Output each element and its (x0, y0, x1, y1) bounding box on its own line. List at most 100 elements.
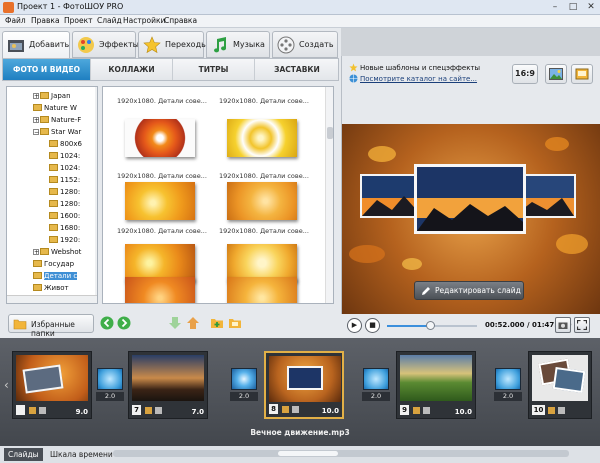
expand-toggle-icon[interactable]: + (33, 93, 39, 100)
tree-item[interactable]: 1280: (49, 187, 80, 197)
slide-edit-icon[interactable] (29, 407, 36, 414)
tree-item[interactable]: + Japan (33, 91, 71, 101)
thumb-image[interactable] (227, 182, 297, 220)
thumb-image[interactable] (227, 277, 297, 303)
tab-add[interactable]: Добавить (2, 31, 70, 58)
slide-sound-icon[interactable] (155, 407, 162, 414)
expand-toggle-icon[interactable]: + (33, 117, 39, 124)
edit-slide-button[interactable]: Редактировать слайд (414, 281, 524, 300)
slide-edit-icon[interactable] (413, 407, 420, 414)
slide-thumbnail[interactable]: 9 10.0 (396, 351, 476, 419)
minimize-button[interactable]: – (546, 1, 564, 14)
slide-edit-icon[interactable] (548, 407, 555, 414)
tab-intros[interactable]: ЗАСТАВКИ (255, 59, 339, 80)
tree-item[interactable]: 1152: (49, 175, 80, 185)
slide-preview[interactable] (342, 124, 600, 342)
tree-scrollbar[interactable] (95, 87, 97, 297)
tab-timeline[interactable]: Шкала времени (46, 448, 117, 461)
tree-item[interactable]: + Nature-F (33, 115, 81, 125)
folder-icon (40, 116, 49, 123)
tree-item[interactable]: + Webshot (33, 247, 81, 257)
close-button[interactable]: ✕ (582, 1, 600, 14)
slide-thumbnail[interactable]: 10 (528, 351, 592, 419)
slide-sound-icon[interactable] (292, 406, 299, 413)
thumb-image[interactable] (125, 119, 195, 157)
folder-icon (33, 284, 42, 291)
tab-photo-video[interactable]: ФОТО И ВИДЕО (3, 59, 91, 80)
catalog-link[interactable]: Посмотрите каталог на сайте... (360, 75, 477, 83)
tab-effects[interactable]: Эффекты (72, 31, 139, 58)
thumb-image[interactable] (125, 182, 195, 220)
tab-transitions[interactable]: Переходы (138, 31, 207, 58)
stop-button[interactable]: ■ (365, 318, 380, 333)
menu-help[interactable]: Справка (164, 16, 197, 25)
tree-horizontal-scrollbar[interactable] (7, 295, 97, 303)
forward-arrow-icon[interactable] (117, 316, 131, 330)
tree-item[interactable]: Детали с (33, 271, 78, 281)
tree-item[interactable]: 1920: (49, 235, 80, 245)
transition-thumbnail[interactable]: 2.0 (230, 368, 258, 402)
image-settings-button[interactable] (545, 64, 567, 84)
menu-settings[interactable]: Настройки (123, 16, 165, 25)
fullscreen-button[interactable] (574, 317, 590, 333)
slide-edit-icon[interactable] (282, 406, 289, 413)
tree-item[interactable]: Государ (33, 259, 74, 269)
tree-item-label: 1024: (60, 152, 81, 160)
playback-slider-handle[interactable] (426, 321, 436, 330)
tree-item[interactable]: 1680: (49, 223, 80, 233)
back-arrow-icon[interactable] (100, 316, 114, 330)
tree-item[interactable]: − Star War (33, 127, 81, 137)
favorite-folders-button[interactable]: Избранные папки (8, 314, 94, 338)
thumb-image[interactable] (227, 119, 297, 157)
tree-item[interactable]: 1600: (49, 211, 80, 221)
maximize-button[interactable]: □ (564, 1, 582, 14)
expand-toggle-icon[interactable]: + (33, 249, 39, 256)
slide-thumbnail[interactable]: 7 7.0 (128, 351, 208, 419)
menu-project[interactable]: Проект (64, 16, 93, 25)
play-button[interactable]: ▶ (347, 318, 362, 333)
slide-sound-icon[interactable] (39, 407, 46, 414)
tab-music[interactable]: Музыка (206, 31, 270, 58)
timeline-scrollbar[interactable] (113, 450, 569, 457)
folder-icon (40, 248, 49, 255)
tree-item[interactable]: 1024: (49, 163, 80, 173)
thumb-image[interactable] (125, 277, 195, 303)
menu-edit[interactable]: Правка (31, 16, 60, 25)
menu-slide[interactable]: Слайд (97, 16, 122, 25)
playback-slider[interactable] (387, 321, 477, 330)
menu-file[interactable]: Файл (5, 16, 26, 25)
tab-create[interactable]: Создать (272, 31, 338, 58)
film-reel-icon (277, 36, 295, 54)
tree-item[interactable]: Nature W (33, 103, 77, 113)
tab-titles[interactable]: ТИТРЫ (173, 59, 255, 80)
expand-toggle-icon[interactable]: − (33, 129, 39, 136)
thumbnail-scrollbar[interactable] (325, 87, 333, 303)
settings-button[interactable] (571, 64, 593, 84)
transition-thumbnail[interactable]: 2.0 (96, 368, 124, 402)
tab-collages[interactable]: КОЛЛАЖИ (91, 59, 173, 80)
snapshot-button[interactable] (555, 317, 571, 333)
slide-edit-icon[interactable] (145, 407, 152, 414)
move-down-icon[interactable] (168, 316, 182, 330)
audio-track[interactable]: Вечное движение.mp3 (0, 427, 600, 439)
folder-tree[interactable]: + Japan Nature W + Nature-F − Star War 800x6 102… (6, 86, 98, 304)
transition-thumbnail[interactable]: 2.0 (362, 368, 390, 402)
tree-item[interactable]: 800x6 (49, 139, 82, 149)
scroll-thumb[interactable] (327, 127, 333, 139)
tab-slides[interactable]: Слайды (4, 448, 43, 461)
tree-item[interactable]: Живот (33, 283, 69, 293)
tree-item[interactable]: 1280: (49, 199, 80, 209)
scroll-thumb[interactable] (278, 451, 338, 456)
slide-thumbnail[interactable]: 9.0 (12, 351, 92, 419)
add-all-icon[interactable] (228, 316, 242, 330)
slide-sound-icon[interactable] (423, 407, 430, 414)
aspect-ratio-button[interactable]: 16:9 (512, 64, 538, 84)
slide-sound-icon[interactable] (558, 407, 565, 414)
scroll-left-arrow-icon[interactable]: ‹ (4, 378, 9, 392)
slide-thumbnail-selected[interactable]: 8 10.0 (264, 351, 344, 419)
add-to-project-icon[interactable] (210, 316, 224, 330)
content-subtabs: ФОТО И ВИДЕО КОЛЛАЖИ ТИТРЫ ЗАСТАВКИ (2, 58, 339, 81)
folder-up-icon[interactable] (186, 316, 200, 330)
tree-item[interactable]: 1024: (49, 151, 80, 161)
transition-thumbnail[interactable]: 2.0 (494, 368, 522, 402)
